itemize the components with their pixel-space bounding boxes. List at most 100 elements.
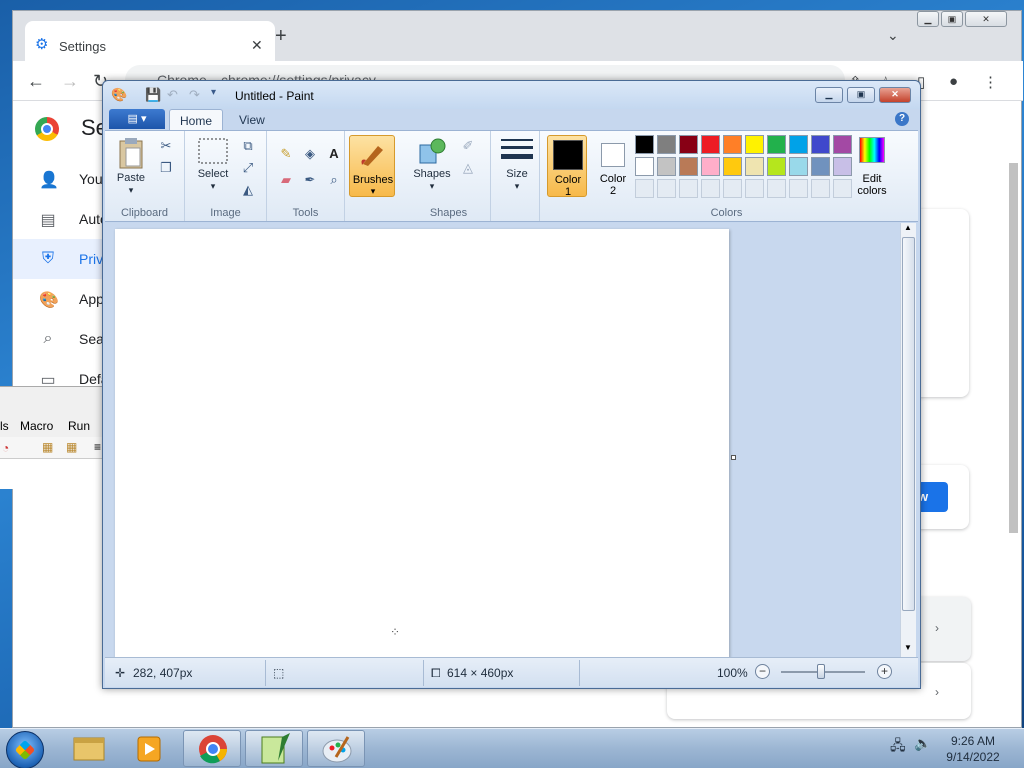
start-button[interactable]: [6, 731, 44, 768]
forward-arrow-icon[interactable]: →: [61, 71, 79, 92]
color-swatch[interactable]: [701, 135, 720, 154]
paste-button[interactable]: Paste ▾: [111, 137, 151, 196]
color-swatch[interactable]: [745, 135, 764, 154]
taskbar-paint[interactable]: [307, 730, 365, 767]
tab-view[interactable]: View: [229, 109, 275, 131]
eraser-icon[interactable]: ▰: [277, 171, 295, 189]
notepadpp-editor[interactable]: [0, 459, 104, 489]
toolbar-icon[interactable]: ◔: [2, 441, 9, 455]
shapes-button[interactable]: Shapes ▾: [409, 137, 455, 192]
color-picker-icon[interactable]: ✒: [301, 171, 319, 189]
menu-item-run[interactable]: Run: [68, 419, 90, 433]
customize-qat-icon[interactable]: ▾: [211, 87, 216, 98]
scrollbar-thumb[interactable]: [902, 237, 915, 611]
resize-icon[interactable]: ⤢: [239, 159, 257, 177]
select-button[interactable]: Select ▾: [191, 137, 235, 192]
maximize-button[interactable]: ▣: [941, 11, 963, 27]
color-swatch[interactable]: [723, 135, 742, 154]
pencil-icon[interactable]: ✎: [277, 145, 295, 163]
minimize-button[interactable]: ▁: [815, 87, 843, 103]
sidebar-item-appearance[interactable]: 🎨 App: [13, 279, 113, 319]
close-tab-icon[interactable]: ✕: [251, 37, 263, 54]
toolbar-icon[interactable]: ▦: [66, 440, 77, 454]
maximize-button[interactable]: ▣: [847, 87, 875, 103]
scroll-up-icon[interactable]: ▲: [904, 223, 912, 232]
taskbar-explorer[interactable]: [60, 730, 118, 767]
color-swatch[interactable]: [767, 157, 786, 176]
zoom-out-button[interactable]: −: [755, 664, 770, 679]
redo-icon[interactable]: ↷: [189, 87, 200, 103]
sidebar-item-privacy[interactable]: ⛨ Priv: [13, 239, 113, 279]
copy-icon[interactable]: ❐: [157, 159, 175, 177]
text-tool-icon[interactable]: A: [325, 145, 343, 163]
color-swatch[interactable]: [811, 135, 830, 154]
paint-menu-button[interactable]: ▤ ▾: [109, 109, 165, 129]
undo-icon[interactable]: ↶: [167, 87, 178, 103]
color-swatch[interactable]: [635, 135, 654, 154]
drawing-canvas[interactable]: [115, 229, 729, 657]
color-swatch[interactable]: [833, 179, 852, 198]
brushes-button[interactable]: Brushes ▾: [349, 135, 395, 197]
toolbar-icon[interactable]: ≡: [94, 440, 101, 454]
color-swatch[interactable]: [811, 157, 830, 176]
crop-icon[interactable]: ⧉: [239, 137, 257, 155]
color-swatch[interactable]: [635, 179, 654, 198]
sidebar-item-you[interactable]: 👤 You: [13, 159, 113, 199]
clock[interactable]: 9:26 AM 9/14/2022: [942, 733, 1004, 765]
tab-search-chevron-icon[interactable]: ⌄: [887, 27, 899, 44]
color-swatch[interactable]: [657, 179, 676, 198]
color-swatch[interactable]: [833, 135, 852, 154]
help-icon[interactable]: ?: [895, 112, 909, 126]
fill-icon[interactable]: ◬: [459, 159, 477, 177]
menu-item-macro[interactable]: Macro: [20, 419, 53, 433]
cut-icon[interactable]: ✂: [157, 137, 175, 155]
color-swatch[interactable]: [723, 179, 742, 198]
menu-kebab-icon[interactable]: ⋮: [983, 73, 998, 91]
color-swatch[interactable]: [701, 157, 720, 176]
close-window-button[interactable]: ✕: [879, 87, 911, 103]
chrome-scrollbar[interactable]: [1007, 151, 1019, 711]
color-swatch[interactable]: [679, 157, 698, 176]
save-icon[interactable]: 💾: [145, 87, 161, 103]
taskbar-media-player[interactable]: [120, 730, 178, 767]
color-swatch[interactable]: [745, 179, 764, 198]
color-swatch[interactable]: [767, 135, 786, 154]
magnifier-icon[interactable]: ⌕: [325, 171, 343, 189]
vertical-scrollbar[interactable]: ▲ ▼: [900, 223, 916, 657]
color-swatch[interactable]: [679, 135, 698, 154]
taskbar-notepadpp[interactable]: [245, 730, 303, 767]
color-swatch[interactable]: [745, 157, 764, 176]
new-tab-button[interactable]: +: [275, 25, 287, 48]
paint-titlebar[interactable]: 🎨 💾 ↶ ↷ ▾ Untitled - Paint ▁ ▣ ✕: [103, 81, 920, 109]
outline-icon[interactable]: ✐: [459, 137, 477, 155]
color-swatch[interactable]: [833, 157, 852, 176]
chrome-tab-settings[interactable]: ⚙ Settings ✕: [25, 21, 275, 61]
zoom-in-button[interactable]: +: [877, 664, 892, 679]
sidebar-item-autofill[interactable]: ▤ Auto: [13, 199, 113, 239]
resize-handle[interactable]: [731, 455, 736, 460]
color-swatch[interactable]: [811, 179, 830, 198]
volume-icon[interactable]: 🔈: [914, 735, 931, 752]
fill-bucket-icon[interactable]: ◈: [301, 145, 319, 163]
minimize-button[interactable]: ▁: [917, 11, 939, 27]
close-window-button[interactable]: ✕: [965, 11, 1007, 27]
color-swatch[interactable]: [789, 135, 808, 154]
taskbar-chrome[interactable]: [183, 730, 241, 767]
color-swatch[interactable]: [723, 157, 742, 176]
profile-avatar-icon[interactable]: ●: [949, 73, 958, 90]
zoom-slider-thumb[interactable]: [817, 664, 825, 679]
menu-item-tools[interactable]: ls: [0, 419, 9, 433]
color-swatch[interactable]: [701, 179, 720, 198]
color-swatch[interactable]: [789, 157, 808, 176]
back-arrow-icon[interactable]: ←: [27, 71, 45, 92]
toolbar-icon[interactable]: ▦: [42, 440, 53, 454]
color-swatch[interactable]: [635, 157, 654, 176]
network-icon[interactable]: 🖧: [890, 735, 906, 759]
color-swatch[interactable]: [679, 179, 698, 198]
color-swatch[interactable]: [789, 179, 808, 198]
rotate-icon[interactable]: ◭: [239, 181, 257, 199]
color-swatch[interactable]: [657, 135, 676, 154]
color-swatch[interactable]: [657, 157, 676, 176]
color-swatch[interactable]: [767, 179, 786, 198]
tab-home[interactable]: Home: [169, 109, 224, 131]
